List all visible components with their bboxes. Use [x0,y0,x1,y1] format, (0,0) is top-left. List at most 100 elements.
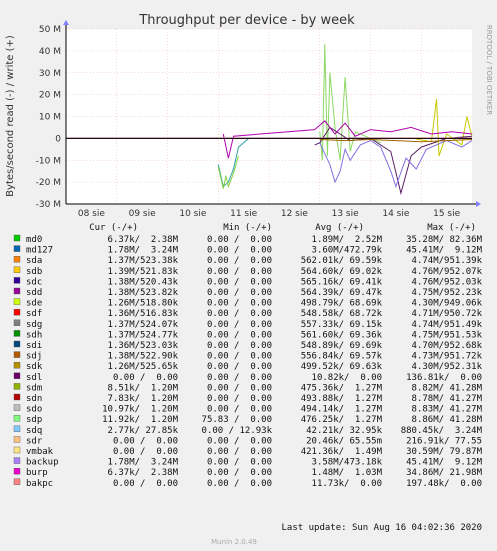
legend-max: 45.41M/ 9.12M [406,246,482,256]
legend-avg: 475.36k/ 1.27M [301,383,383,393]
legend-avg: 564.60k/ 69.02k [301,267,383,277]
legend-max: 4.71M/950.72k [412,309,483,319]
legend-avg: 3.60M/472.79k [312,246,383,256]
legend-cur: 11.92k/ 1.20M [102,415,178,425]
legend-avg: 476.25k/ 1.27M [301,415,383,425]
legend-avg: 499.52k/ 69.63k [301,362,383,372]
legend-name: sdb [26,267,42,277]
legend-name: sdj [26,352,42,362]
legend-cur: 1.26M/518.80k [108,299,179,309]
legend-swatch [13,436,21,443]
legend-name: sdi [26,341,42,351]
legend-name: sdo [26,405,42,415]
header-avg: Avg (-/+) [315,223,364,233]
legend-cur: 1.26M/525.65k [108,362,179,372]
legend-cur: 0.00 / 0.00 [113,373,178,383]
legend-avg: 10.82k/ 0.00 [312,373,382,383]
legend-avg: 498.79k/ 68.69k [301,299,383,309]
last-update: Last update: Sun Aug 16 04:02:36 2020 [282,523,482,533]
legend-avg: 11.73k/ 0.00 [312,479,382,489]
legend-max: 136.81k/ 0.00 [406,373,482,383]
legend-max: 35.28M/ 82.36M [406,235,482,245]
legend-min: 0.00 / 0.00 [207,341,272,351]
legend-avg: 548.89k/ 69.69k [301,341,383,351]
x-tick-label: 12 sie [281,209,309,219]
legend-name: sdk [26,362,43,372]
rrdtool-credit: RRDTOOL / TOBI OETIKER [485,25,493,115]
legend-avg: 565.16k/ 69.41k [301,277,383,287]
y-tick-label: 0 [55,134,61,144]
legend-swatch [13,372,21,379]
legend-max: 197.48k/ 0.00 [406,479,482,489]
legend-max: 4.70M/952.68k [412,341,483,351]
legend-min: 0.00 / 0.00 [207,468,272,478]
legend-cur: 1.37M/524.77k [108,330,179,340]
legend-name: sdm [26,383,42,393]
y-tick-label: 50 M [39,25,61,35]
legend-cur: 1.38M/520.43k [108,277,179,287]
legend-swatch [13,393,21,401]
legend-swatch [13,340,21,348]
x-tick-label: 08 sie [78,209,106,219]
legend-max: 4.75M/951.53k [412,330,483,340]
legend-avg: 564.39k/ 69.47k [301,288,383,298]
legend-min: 0.00 / 0.00 [207,320,272,330]
legend-max: 34.86M/ 21.98M [406,468,482,478]
legend-cur: 7.83k/ 1.20M [108,394,179,404]
legend-max: 4.30M/952.31k [412,362,483,372]
legend-swatch [13,468,21,475]
legend-avg: 548.58k/ 68.72k [301,309,383,319]
legend-swatch [13,351,21,358]
legend-cur: 1.36M/523.03k [108,341,179,351]
legend-swatch [13,415,21,422]
legend-cur: 1.36M/516.83k [108,309,179,319]
legend-name: sda [26,256,42,266]
legend-name: burp [26,468,48,478]
legend-name: sdh [26,330,42,340]
legend-min: 0.00 / 0.00 [207,330,272,340]
legend-max: 4.73M/951.72k [412,352,483,362]
legend-swatch [13,457,21,464]
legend-cur: 1.37M/523.38k [108,256,179,266]
legend-cur: 0.00 / 0.00 [113,447,178,457]
legend-swatch [13,404,21,411]
legend-min: 0.00 / 0.00 [207,309,272,319]
legend-swatch [13,319,21,326]
legend-cur: 10.97k/ 1.20M [102,405,178,415]
legend-cur: 6.37k/ 2.38M [108,235,179,245]
legend-max: 216.91k/ 77.55 [406,436,482,446]
legend-max: 4.76M/952.07k [412,267,483,277]
legend-cur: 1.78M/ 3.24M [108,458,179,468]
legend-name: md127 [26,246,53,256]
legend-name: sdn [26,394,42,404]
legend-name: backup [26,458,59,468]
legend-avg: 3.58M/473.18k [312,458,383,468]
legend-max: 8.82M/ 41.28M [412,383,483,393]
legend-avg: 493.88k/ 1.27M [301,394,383,404]
header-min: Min (-/+) [223,223,272,233]
legend-cur: 6.37k/ 2.38M [108,468,179,478]
legend-min: 0.00 / 0.00 [207,405,272,415]
legend-cur: 1.78M/ 3.24M [108,246,179,256]
legend-avg: 557.33k/ 69.15k [301,320,383,330]
legend-max: 4.74M/951.49k [412,320,483,330]
legend-swatch [13,256,21,263]
legend-name: sdg [26,320,42,330]
legend-min: 0.00 / 0.00 [207,383,272,393]
legend-max: 4.74M/951.39k [412,256,483,266]
legend-swatch [13,287,21,295]
legend-name: bakpc [26,479,53,489]
legend-min: 0.00 / 12.93k [202,426,273,436]
y-tick-label: -30 M [36,200,61,210]
legend-min: 0.00 / 0.00 [207,458,272,468]
legend-swatch [13,446,21,454]
legend-name: vmbak [26,447,54,457]
legend-name: sdl [26,373,42,383]
legend-avg: 494.14k/ 1.27M [301,405,383,415]
legend-swatch [13,362,21,369]
legend-swatch [13,266,21,273]
legend-cur: 1.39M/521.83k [108,267,179,277]
y-tick-label: -10 M [36,156,61,166]
legend-swatch [13,234,21,242]
legend-avg: 1.48M/ 1.03M [312,468,383,478]
